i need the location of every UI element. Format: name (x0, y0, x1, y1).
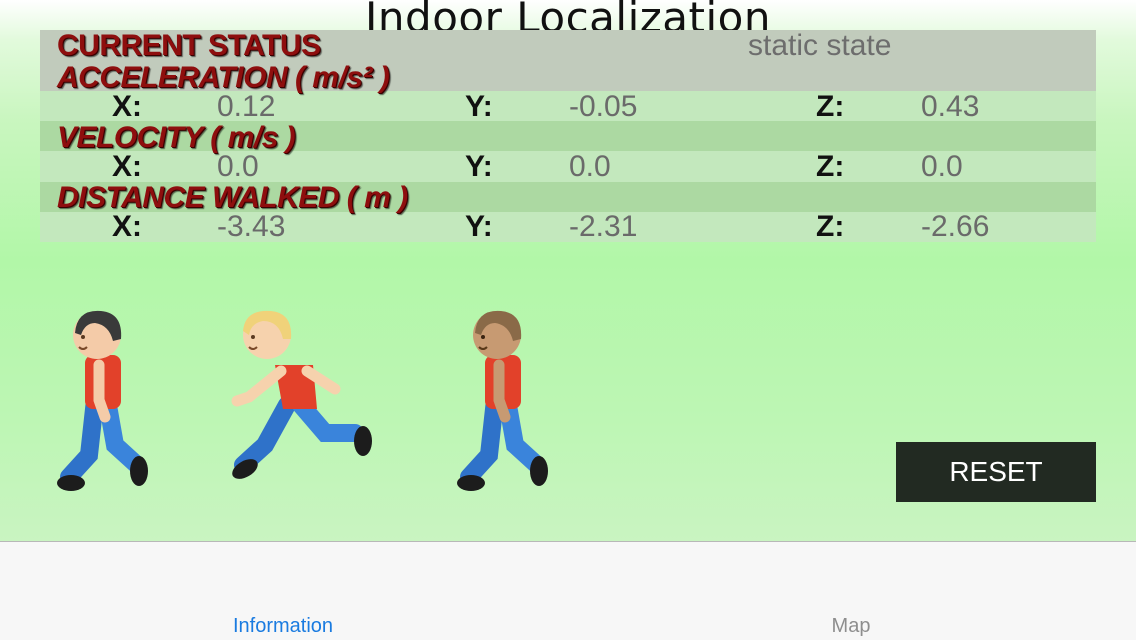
velocity-x-label: X: (112, 150, 142, 183)
distance-y-label: Y: (465, 210, 493, 243)
distance-x-label: X: (112, 210, 142, 243)
acceleration-x-value: 0.12 (217, 90, 276, 123)
acceleration-z-value: 0.43 (921, 90, 980, 123)
distance-z-value: -2.66 (921, 210, 990, 243)
distance-x-value: -3.43 (217, 210, 286, 243)
velocity-y-label: Y: (465, 150, 493, 183)
velocity-heading: VELOCITY ( m/s ) (57, 121, 296, 154)
acceleration-z-label: Z: (816, 90, 845, 123)
walking-person-icon (57, 310, 148, 491)
acceleration-x-label: X: (112, 90, 142, 123)
status-value: static state (748, 29, 892, 62)
current-status-heading: CURRENT STATUS (57, 29, 321, 62)
velocity-z-label: Z: (816, 150, 845, 183)
tab-information[interactable]: Information (183, 614, 383, 638)
running-person-icon (231, 310, 372, 479)
reset-button[interactable]: RESET (896, 442, 1096, 502)
sensor-panel: CURRENT STATUS static state ACCELERATION… (40, 29, 1096, 243)
acceleration-y-value: -0.05 (569, 90, 638, 123)
walking-person-icon (457, 310, 548, 491)
tab-bar: Information Map (0, 541, 1136, 640)
tab-map[interactable]: Map (751, 614, 951, 638)
distance-y-value: -2.31 (569, 210, 638, 243)
distance-z-label: Z: (816, 210, 845, 243)
acceleration-y-label: Y: (465, 90, 493, 123)
information-view: Indoor Localization CURRENT STATUS stati… (0, 0, 1136, 541)
velocity-y-value: 0.0 (569, 150, 611, 183)
app-screen: Indoor Localization CURRENT STATUS stati… (0, 0, 1136, 640)
velocity-x-value: 0.0 (217, 150, 259, 183)
velocity-z-value: 0.0 (921, 150, 963, 183)
